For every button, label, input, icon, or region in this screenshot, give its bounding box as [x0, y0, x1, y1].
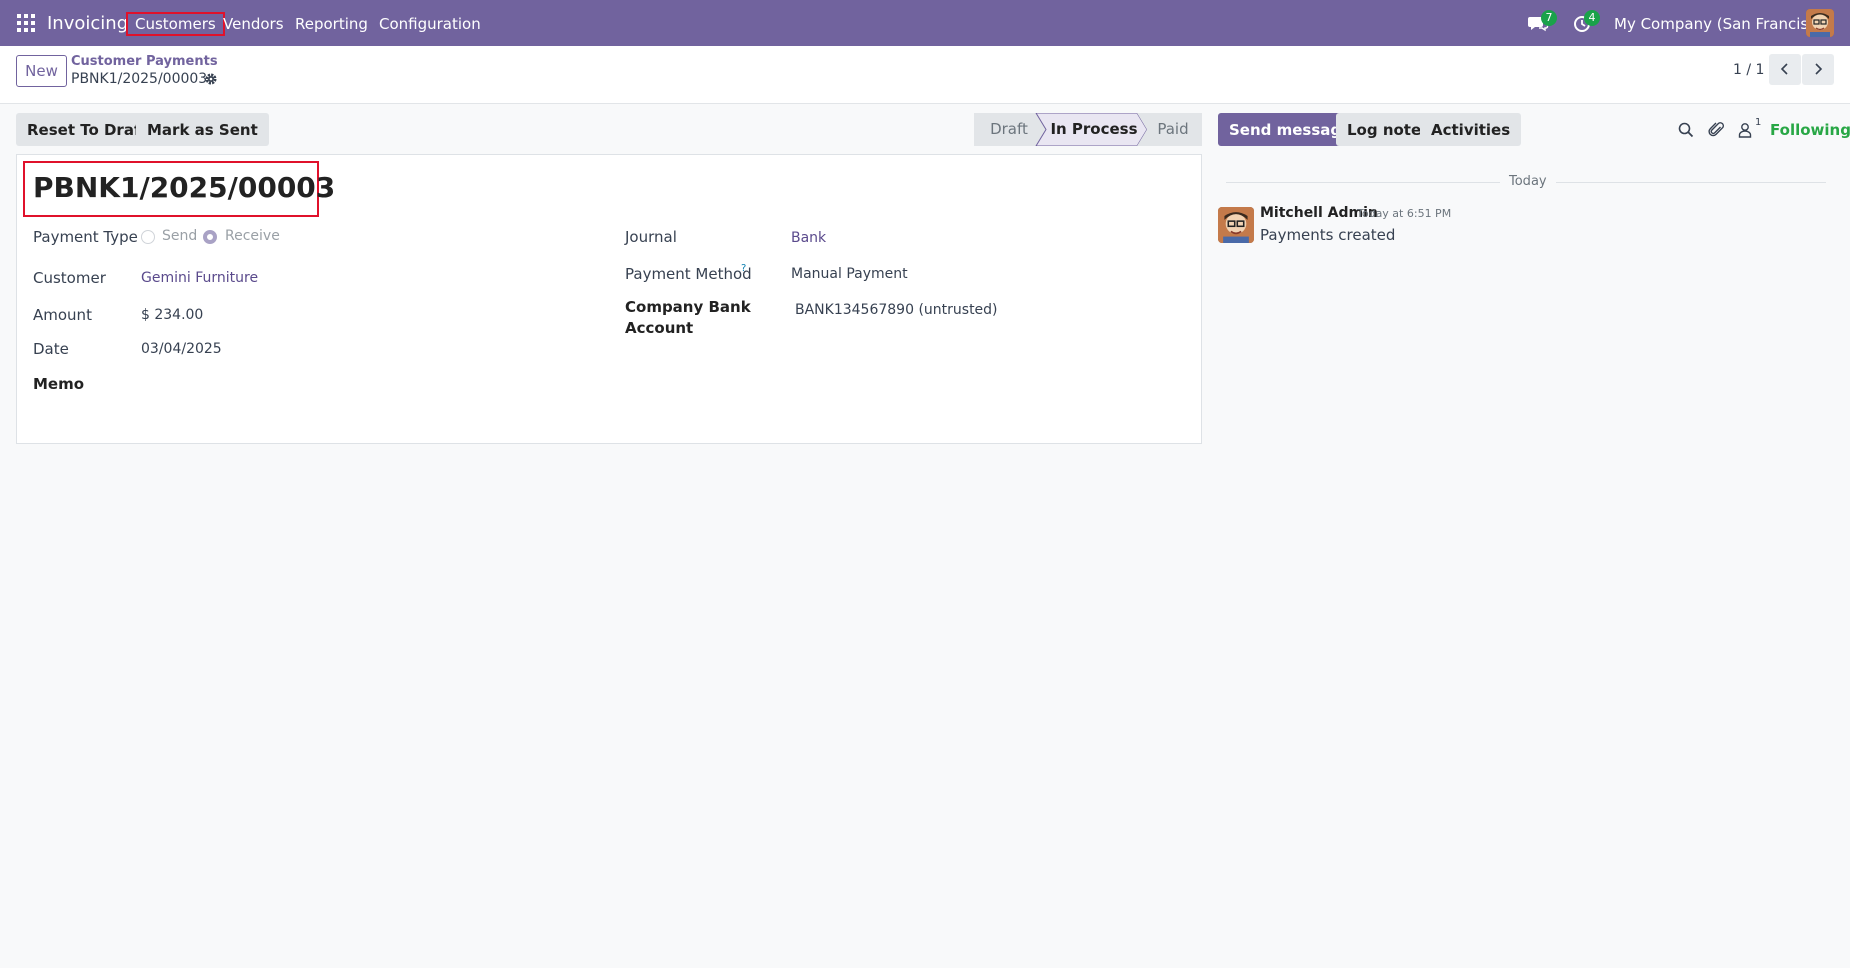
company-switcher[interactable]: My Company (San Francisco) [1614, 15, 1831, 33]
payment-type-label: Payment Type [33, 228, 138, 246]
message-body: Payments created [1260, 226, 1396, 244]
pager-previous-button[interactable] [1769, 54, 1801, 85]
radio-receive[interactable] [203, 230, 217, 244]
payment-method-value[interactable]: Manual Payment [791, 266, 908, 282]
stage-in-process[interactable]: In Process [1044, 113, 1144, 146]
payment-method-help-icon[interactable]: ? [741, 263, 746, 274]
followers-icon[interactable] [1736, 121, 1754, 139]
company-bank-label-line1: Company Bank [625, 298, 751, 316]
messages-badge: 7 [1541, 10, 1557, 26]
date-separator: Today [1509, 174, 1547, 189]
control-panel: New Customer Payments PBNK1/2025/00003 1… [0, 46, 1850, 104]
status-bar: Draft In Process Paid [974, 113, 1202, 146]
customer-value[interactable]: Gemini Furniture [141, 270, 258, 286]
mark-as-sent-button[interactable]: Mark as Sent [136, 113, 269, 146]
stage-draft[interactable]: Draft [974, 113, 1044, 146]
journal-label: Journal [625, 228, 677, 246]
activities-badge: 4 [1584, 10, 1600, 26]
amount-label: Amount [33, 306, 92, 324]
pager-next-button[interactable] [1802, 54, 1834, 85]
journal-value[interactable]: Bank [791, 230, 826, 246]
new-button[interactable]: New [16, 55, 67, 87]
radio-send[interactable] [141, 230, 155, 244]
top-navbar: Invoicing Customers Vendors Reporting Co… [0, 0, 1850, 46]
breadcrumb-parent[interactable]: Customer Payments [71, 54, 218, 69]
date-separator-line-left [1226, 182, 1500, 183]
amount-value[interactable]: $ 234.00 [141, 307, 203, 323]
date-label: Date [33, 340, 69, 358]
stage-paid[interactable]: Paid [1144, 113, 1202, 146]
menu-customers[interactable]: Customers [126, 12, 225, 36]
radio-send-label: Send [162, 228, 198, 244]
company-bank-value[interactable]: BANK134567890 (untrusted) [795, 302, 998, 318]
chevron-right-icon [1815, 63, 1823, 75]
menu-configuration[interactable]: Configuration [379, 15, 481, 33]
gear-icon[interactable] [204, 72, 218, 86]
payment-method-label: Payment Method [625, 265, 752, 283]
pager-value[interactable]: 1 / 1 [1733, 62, 1764, 78]
chevron-left-icon [1780, 63, 1788, 75]
log-note-button[interactable]: Log note [1336, 113, 1433, 146]
user-avatar[interactable] [1806, 9, 1834, 37]
following-button[interactable]: Following [1770, 121, 1850, 139]
record-title[interactable]: PBNK1/2025/00003 [33, 171, 335, 204]
app-name[interactable]: Invoicing [47, 13, 128, 34]
memo-label: Memo [33, 375, 85, 393]
activities-button[interactable]: Activities [1420, 113, 1522, 146]
followers-count: 1 [1755, 117, 1762, 128]
form-sheet: PBNK1/2025/00003 Payment Type Send Recei… [16, 154, 1202, 444]
search-icon[interactable] [1677, 121, 1695, 139]
app-menu-icon[interactable] [17, 14, 35, 32]
menu-reporting[interactable]: Reporting [295, 15, 368, 33]
breadcrumb-current: PBNK1/2025/00003 [71, 71, 208, 87]
paperclip-icon[interactable] [1708, 121, 1726, 139]
menu-vendors[interactable]: Vendors [223, 15, 284, 33]
company-bank-label-line2: Account [625, 319, 694, 337]
radio-receive-label: Receive [225, 228, 280, 244]
date-separator-line-right [1556, 182, 1826, 183]
message-author-avatar[interactable] [1218, 207, 1254, 243]
customer-label: Customer [33, 269, 106, 287]
date-value[interactable]: 03/04/2025 [141, 341, 222, 357]
message-date: Today at 6:51 PM [1357, 207, 1452, 220]
